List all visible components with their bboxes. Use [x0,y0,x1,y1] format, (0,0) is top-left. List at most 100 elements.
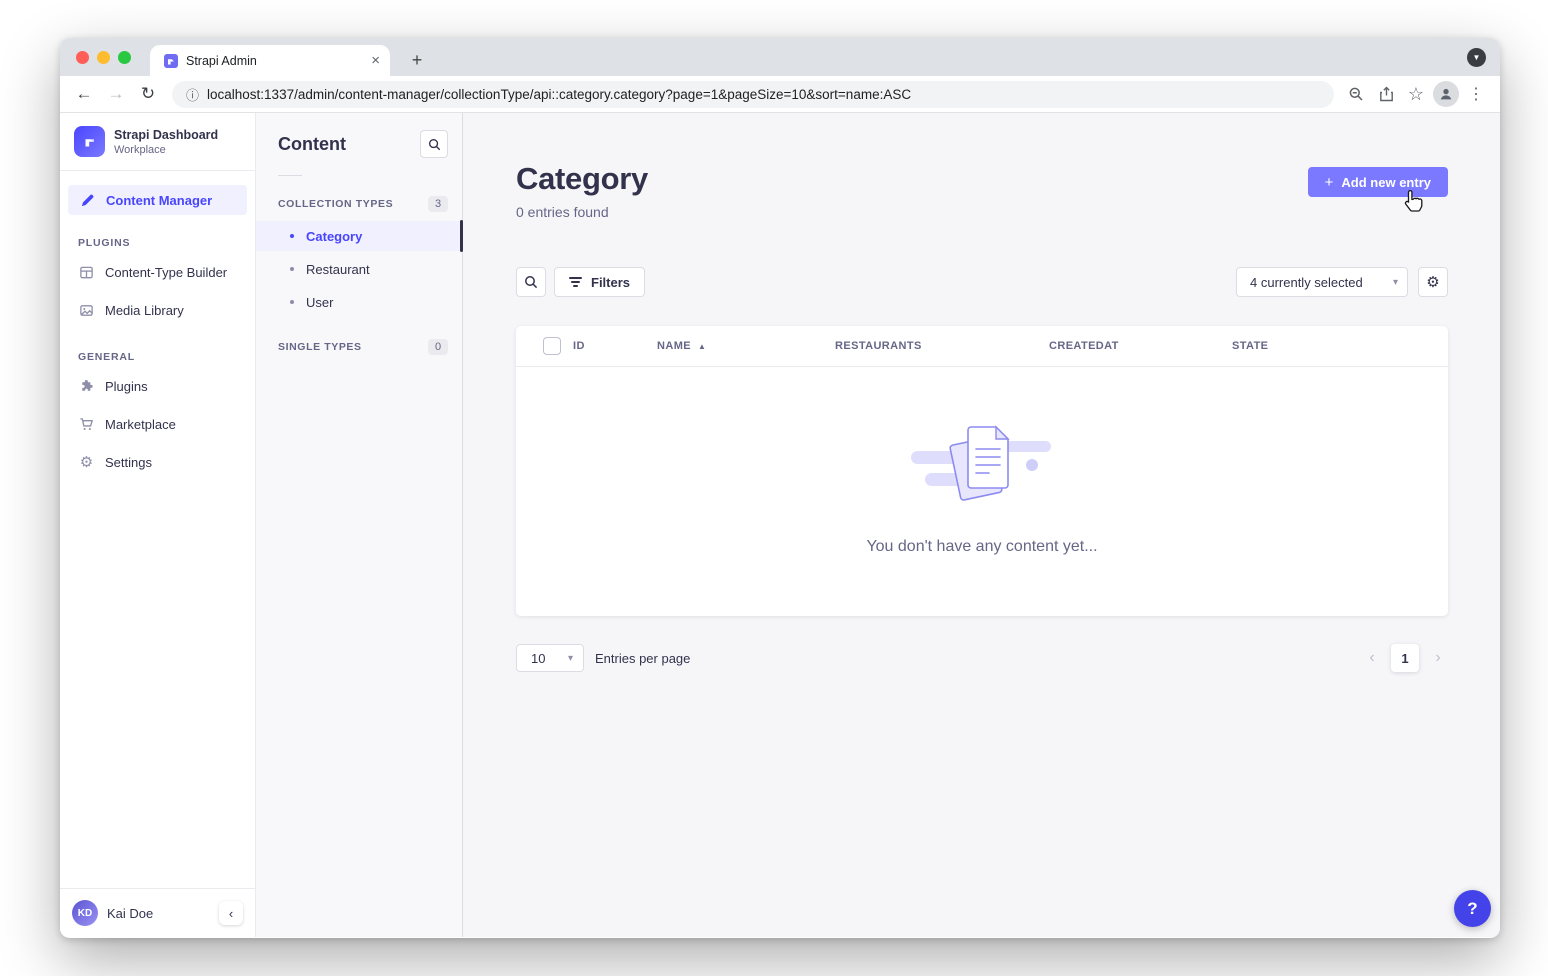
subnav-item-restaurant[interactable]: Restaurant [256,254,462,284]
sidebar-item-content-manager[interactable]: Content Manager [68,185,247,215]
single-types-count: 0 [428,339,448,355]
add-new-entry-button[interactable]: + Add new entry [1308,167,1448,197]
site-info-icon[interactable]: ⓘ [186,85,199,104]
profile-avatar[interactable] [1432,80,1460,108]
browser-window: Strapi Admin × + ▼ ← → ↻ ⓘ localhost:133… [60,38,1500,938]
page-number[interactable]: 1 [1391,644,1419,672]
sidebar-item-content-type-builder[interactable]: Content-Type Builder [60,253,255,291]
app-content: Strapi Dashboard Workplace Content Manag… [60,113,1500,937]
user-name: Kai Doe [107,906,210,921]
help-button[interactable]: ? [1454,890,1491,927]
filters-label: Filters [591,275,630,290]
zoom-window-button[interactable] [118,51,131,64]
entries-per-page-label: Entries per page [595,651,690,666]
forward-button[interactable]: → [102,80,130,108]
column-header-createdat[interactable]: CREATEDAT [1049,340,1232,352]
subnav-item-user[interactable]: User [256,287,462,317]
sidebar-item-media-library[interactable]: Media Library [60,291,255,329]
sidebar-item-label: Media Library [105,303,184,318]
subnav-title: Content [278,134,346,155]
share-icon[interactable] [1372,80,1400,108]
subnav-item-label: Restaurant [306,262,370,277]
table-header-row: ID NAME ▲ RESTAURANTS CREATEDAT STATE [516,326,1448,367]
tab-title: Strapi Admin [186,54,363,68]
browser-toolbar: ← → ↻ ⓘ localhost:1337/admin/content-man… [60,76,1500,113]
plus-icon: + [1325,174,1334,191]
table-empty-state: You don't have any content yet... [516,367,1448,616]
strapi-logo-icon [74,126,105,157]
subnav-item-category[interactable]: Category [256,221,462,251]
bullet-icon [290,300,294,304]
nav-section-general: GENERAL [60,329,255,367]
minimize-window-button[interactable] [97,51,110,64]
filters-button[interactable]: Filters [554,267,645,297]
collection-types-label: COLLECTION TYPES [278,198,393,210]
content-subnav: Content COLLECTION TYPES 3 Category Res [256,113,463,937]
sidebar-item-plugins[interactable]: Plugins [60,367,255,405]
single-types-header[interactable]: SINGLE TYPES 0 [256,327,462,364]
sidebar-item-label: Marketplace [105,417,176,432]
address-bar[interactable]: ⓘ localhost:1337/admin/content-manager/c… [172,81,1334,108]
sidebar-item-label: Plugins [105,379,148,394]
gear-icon: ⚙ [78,454,95,471]
page-size-value: 10 [531,651,545,666]
layout-grid-icon [78,264,95,281]
back-button[interactable]: ← [70,80,98,108]
subnav-divider [278,175,302,176]
collection-types-count: 3 [428,196,448,212]
bookmark-star-icon[interactable]: ☆ [1402,80,1430,108]
reload-button[interactable]: ↻ [134,80,162,108]
workspace-name: Workplace [114,144,218,156]
recording-indicator-icon[interactable]: ▼ [1467,48,1486,67]
empty-state-text: You don't have any content yet... [866,538,1097,556]
bullet-icon [290,267,294,271]
collection-types-header[interactable]: COLLECTION TYPES 3 [256,184,462,221]
browser-menu-icon[interactable]: ⋮ [1462,80,1490,108]
subnav-search-button[interactable] [420,130,448,158]
collapse-sidebar-button[interactable]: ‹ [219,901,243,925]
chevron-down-icon: ▾ [568,653,573,664]
filter-icon [569,277,582,287]
tab-close-icon[interactable]: × [371,53,380,68]
columns-select-value: 4 currently selected [1250,275,1363,290]
columns-select[interactable]: 4 currently selected ▾ [1236,267,1408,297]
table-search-button[interactable] [516,267,546,297]
gear-icon: ⚙ [1426,273,1439,291]
table-settings-button[interactable]: ⚙ [1418,267,1448,297]
sidebar-item-label: Content-Type Builder [105,265,227,280]
previous-page-button[interactable]: ‹ [1362,649,1382,667]
entries-table: ID NAME ▲ RESTAURANTS CREATEDAT STATE [516,326,1448,616]
add-new-entry-label: Add new entry [1341,175,1431,190]
select-all-checkbox[interactable] [543,337,561,355]
browser-tabstrip: Strapi Admin × + ▼ [60,38,1500,76]
page-size-select[interactable]: 10 ▾ [516,644,584,672]
user-avatar[interactable]: KD [72,900,98,926]
workspace-header[interactable]: Strapi Dashboard Workplace [60,113,255,171]
sidebar-item-settings[interactable]: ⚙ Settings [60,443,255,481]
chevron-down-icon: ▾ [1393,277,1398,288]
strapi-favicon-icon [164,54,178,68]
entries-count: 0 entries found [516,204,648,220]
subnav-item-label: User [306,295,333,310]
pen-icon [79,192,96,209]
main-sidebar: Strapi Dashboard Workplace Content Manag… [60,113,256,937]
zoom-search-icon[interactable] [1342,80,1370,108]
sidebar-item-marketplace[interactable]: Marketplace [60,405,255,443]
empty-documents-illustration [909,413,1055,513]
column-header-restaurants[interactable]: RESTAURANTS [835,340,1049,352]
main-panel: Category 0 entries found + Add new entry [463,113,1500,937]
column-header-name[interactable]: NAME ▲ [657,340,835,352]
sort-asc-icon: ▲ [698,342,706,351]
subnav-item-label: Category [306,229,362,244]
image-icon [78,302,95,319]
new-tab-button[interactable]: + [404,47,430,73]
sidebar-item-label: Settings [105,455,152,470]
url-text: localhost:1337/admin/content-manager/col… [207,87,911,102]
sidebar-item-label: Content Manager [106,193,212,208]
close-window-button[interactable] [76,51,89,64]
page-title: Category [516,161,648,197]
column-header-id[interactable]: ID [573,340,657,352]
next-page-button[interactable]: › [1428,649,1448,667]
browser-tab[interactable]: Strapi Admin × [150,45,390,76]
column-header-state[interactable]: STATE [1232,340,1448,352]
